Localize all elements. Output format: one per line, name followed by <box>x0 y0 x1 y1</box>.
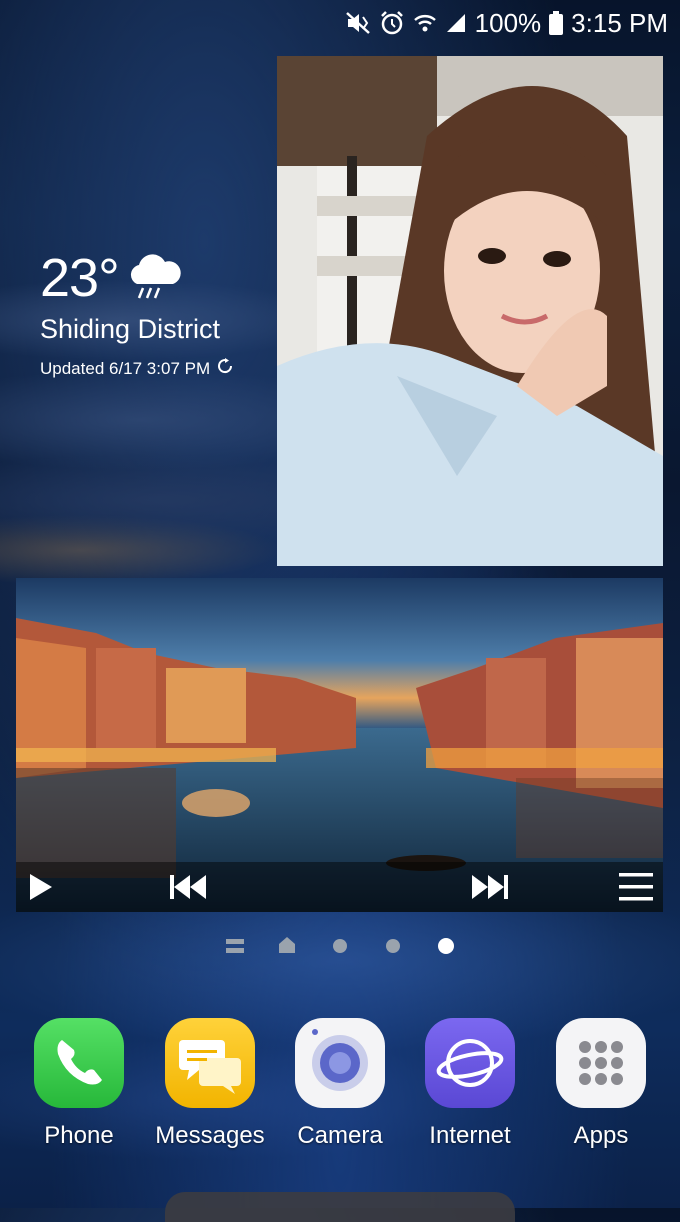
internet-icon <box>425 1018 515 1108</box>
phone-icon <box>34 1018 124 1108</box>
page-dot-active[interactable] <box>438 938 454 954</box>
mute-vibrate-icon <box>345 11 371 35</box>
camera-icon <box>295 1018 385 1108</box>
rain-cloud-icon <box>125 254 183 307</box>
battery-icon <box>549 11 564 35</box>
temperature: 23° <box>40 248 120 308</box>
app-camera[interactable]: Camera <box>275 1018 405 1150</box>
status-bar: 100% 3:15 PM <box>345 0 668 46</box>
next-icon[interactable] <box>468 862 512 912</box>
home-page-icon[interactable] <box>278 936 296 959</box>
messages-icon <box>165 1018 255 1108</box>
weather-updated-time: Updated 6/17 3:07 PM <box>40 358 211 378</box>
weather-location: Shiding District <box>40 314 221 344</box>
app-apps-drawer[interactable]: Apps <box>536 1018 666 1150</box>
video-player-widget[interactable] <box>16 578 663 912</box>
page-dot[interactable] <box>333 939 347 953</box>
menu-icon[interactable] <box>614 862 658 912</box>
battery-percent: 100% <box>474 7 542 38</box>
signal-icon <box>445 12 467 34</box>
apps-grid-icon <box>556 1018 646 1108</box>
app-label: Internet <box>429 1122 511 1149</box>
app-label: Camera <box>297 1122 383 1149</box>
alarm-icon <box>379 10 405 36</box>
photo-frame-widget[interactable] <box>277 56 663 566</box>
wifi-icon <box>413 12 437 34</box>
page-indicator <box>0 934 680 958</box>
app-internet[interactable]: Internet <box>405 1018 535 1150</box>
app-label: Phone <box>44 1122 114 1149</box>
page-dot[interactable] <box>386 939 400 953</box>
previous-icon[interactable] <box>166 862 210 912</box>
app-phone[interactable]: Phone <box>14 1018 144 1150</box>
play-icon[interactable] <box>16 862 66 912</box>
briefing-page-icon[interactable] <box>226 938 244 959</box>
video-controls-bar <box>16 862 663 912</box>
navigation-handle[interactable] <box>165 1192 515 1222</box>
portrait-photo <box>277 56 663 566</box>
clock: 3:15 PM <box>571 7 668 38</box>
app-label: Messages <box>155 1122 265 1149</box>
weather-widget[interactable]: 23° Shiding District Updated 6/17 3:07 P… <box>40 248 234 380</box>
app-messages[interactable]: Messages <box>145 1018 275 1150</box>
refresh-icon[interactable] <box>216 357 234 380</box>
app-label: Apps <box>573 1122 629 1149</box>
